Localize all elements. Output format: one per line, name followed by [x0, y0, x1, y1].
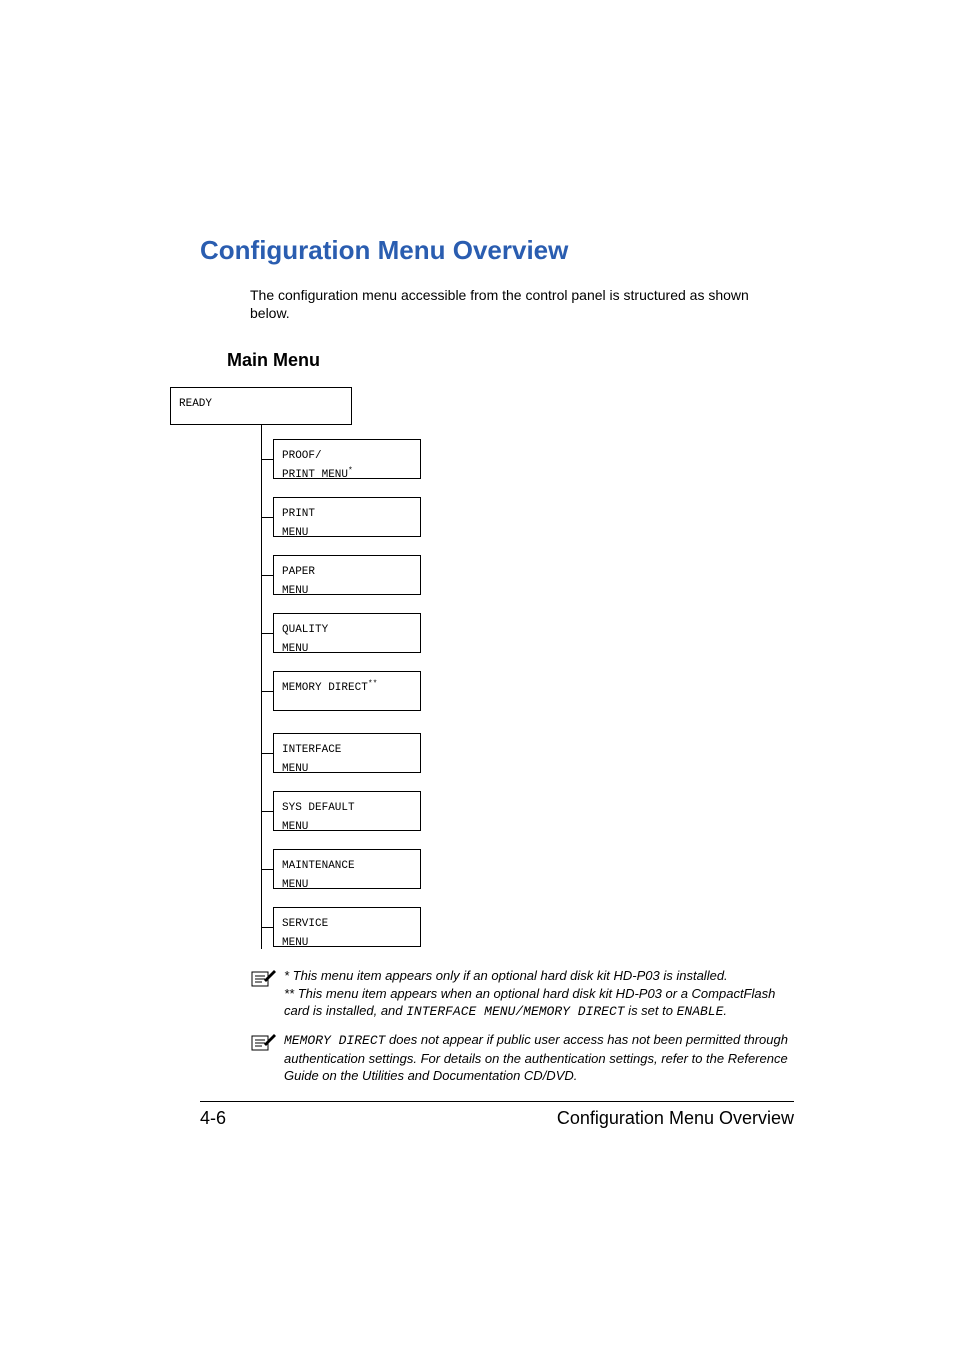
- page-footer: 4-6 Configuration Menu Overview: [200, 1108, 794, 1129]
- menu-item: QUALITY MENU: [273, 613, 421, 653]
- intro-text: The configuration menu accessible from t…: [250, 286, 754, 322]
- note-mono: INTERFACE MENU/MEMORY DIRECT: [406, 1004, 624, 1019]
- menu-item: SYS DEFAULT MENU: [273, 791, 421, 831]
- note-text: * This menu item appears only if an opti…: [284, 968, 728, 983]
- page-title: Configuration Menu Overview: [200, 235, 754, 266]
- note-mono: MEMORY DIRECT: [284, 1033, 385, 1048]
- note-2: MEMORY DIRECT does not appear if public …: [250, 1031, 794, 1085]
- menu-item: MAINTENANCE MENU: [273, 849, 421, 889]
- menu-item: MEMORY DIRECT**: [273, 671, 421, 711]
- menu-item: PROOF/ PRINT MENU*: [273, 439, 421, 479]
- menu-item: INTERFACE MENU: [273, 733, 421, 773]
- note-icon: [250, 1032, 276, 1054]
- main-menu-heading: Main Menu: [227, 350, 754, 371]
- menu-item: SERVICE MENU: [273, 907, 421, 947]
- menu-tree-diagram: READY PROOF/ PRINT MENU* PRINT MENU PAPE…: [170, 387, 590, 967]
- menu-item: PAPER MENU: [273, 555, 421, 595]
- note-icon: [250, 968, 276, 990]
- menu-item: PRINT MENU: [273, 497, 421, 537]
- note-1: * This menu item appears only if an opti…: [250, 967, 794, 1021]
- ready-box: READY: [170, 387, 352, 425]
- footer-rule: [200, 1101, 794, 1102]
- footer-section-title: Configuration Menu Overview: [557, 1108, 794, 1129]
- page-number: 4-6: [200, 1108, 226, 1129]
